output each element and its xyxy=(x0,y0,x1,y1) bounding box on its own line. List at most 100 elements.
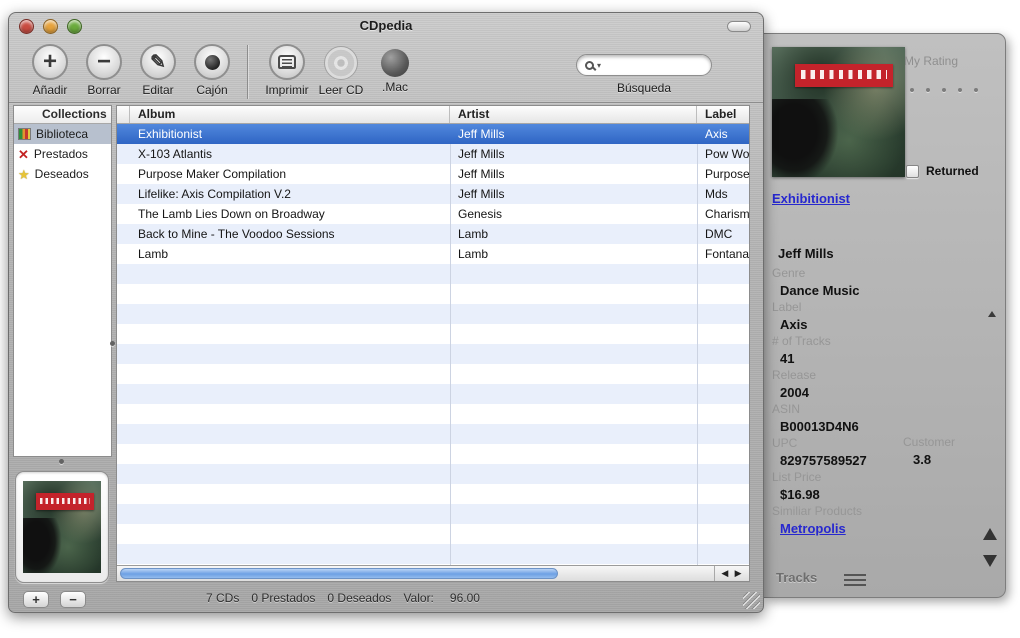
tracks-list-icon[interactable] xyxy=(844,574,866,586)
table-row[interactable]: X-103 Atlantis Jeff Mills Pow Wow xyxy=(117,144,749,164)
similar-products-label: Similiar Products xyxy=(772,504,863,518)
table-header-spacer xyxy=(117,106,130,123)
scrollbar-steppers: ◀ ▶ xyxy=(714,566,748,581)
my-rating-label: My Rating xyxy=(904,54,959,68)
minimize-button[interactable] xyxy=(43,19,58,34)
delete-button[interactable]: − Borrar xyxy=(77,44,131,97)
sidebar-item-biblioteca[interactable]: Biblioteca xyxy=(14,124,111,144)
read-cd-button[interactable]: Leer CD xyxy=(314,44,368,97)
toolbar-toggle-pill[interactable] xyxy=(727,21,751,32)
drawer-scroll-up-icon[interactable] xyxy=(983,528,997,540)
drawer-toggle-button[interactable]: Cajón xyxy=(185,44,239,97)
search-input[interactable] xyxy=(604,58,703,72)
pencil-icon: ✎ xyxy=(150,51,166,73)
mac-sphere-icon xyxy=(381,49,409,77)
resize-grip[interactable] xyxy=(743,592,760,609)
scrollbar-thumb[interactable] xyxy=(120,568,558,579)
sidebar-item-prestados[interactable]: ✕ Prestados xyxy=(14,144,111,164)
add-button[interactable]: + Añadir xyxy=(23,44,77,97)
column-header-artist[interactable]: Artist xyxy=(450,106,697,123)
rating-dots[interactable] xyxy=(910,88,978,92)
add-collection-button[interactable]: + xyxy=(23,591,49,608)
sidebar-splitter-handle[interactable] xyxy=(110,341,115,346)
field-value-release: 2004 xyxy=(780,385,809,400)
scroll-right-icon[interactable]: ▶ xyxy=(735,569,742,578)
zoom-button[interactable] xyxy=(67,19,82,34)
rating-dot[interactable] xyxy=(974,88,978,92)
status-valor-label: Valor: xyxy=(403,591,434,605)
album-cover-thumbnail xyxy=(23,481,101,573)
sidebar-item-label: Biblioteca xyxy=(36,127,89,141)
library-icon xyxy=(18,128,31,140)
field-label-upc: UPC xyxy=(772,436,798,450)
rating-dot[interactable] xyxy=(910,88,914,92)
table-row[interactable]: Purpose Maker Compilation Jeff Mills Pur… xyxy=(117,164,749,184)
edit-button[interactable]: ✎ Editar xyxy=(131,44,185,97)
similar-product-link[interactable]: Metropolis xyxy=(772,520,997,537)
customer-rating-value: 3.8 xyxy=(913,452,932,467)
drawer-artist-name: Jeff Mills xyxy=(778,246,834,261)
returned-label: Returned xyxy=(926,164,979,178)
printer-icon xyxy=(278,55,296,69)
rating-dot[interactable] xyxy=(926,88,930,92)
search-icon xyxy=(585,60,594,70)
column-header-label[interactable]: Label xyxy=(697,106,749,123)
title-bar[interactable]: CDpedia xyxy=(9,13,763,39)
returned-checkbox[interactable] xyxy=(906,165,919,178)
album-title-link[interactable]: Exhibitionist xyxy=(772,191,850,206)
scroll-left-icon[interactable]: ◀ xyxy=(721,569,728,578)
drawer-icon xyxy=(204,54,220,70)
sidebar-item-deseados[interactable]: ★ Deseados xyxy=(14,164,111,184)
rating-dot[interactable] xyxy=(958,88,962,92)
column-header-album[interactable]: Album xyxy=(130,106,450,123)
tracks-section-label: Tracks xyxy=(776,570,818,585)
search-field[interactable]: ▾ xyxy=(576,54,712,76)
chevron-down-icon[interactable]: ▾ xyxy=(597,61,601,70)
collections-header: Collections xyxy=(14,106,111,124)
field-value-asin: B00013D4N6 xyxy=(780,419,859,434)
close-button[interactable] xyxy=(19,19,34,34)
field-value-list-price: $16.98 xyxy=(780,487,820,502)
screenshot-stage: My Rating Returned Exhibitionist Jeff Mi… xyxy=(0,0,1020,638)
sidebar-bottom-splitter-handle[interactable] xyxy=(59,459,64,464)
info-drawer: My Rating Returned Exhibitionist Jeff Mi… xyxy=(763,33,1006,598)
table-row[interactable]: Back to Mine - The Voodoo Sessions Lamb … xyxy=(117,224,749,244)
table-row[interactable]: The Lamb Lies Down on Broadway Genesis C… xyxy=(117,204,749,224)
star-icon: ★ xyxy=(18,166,30,182)
sidebar-item-label: Deseados xyxy=(34,167,89,181)
field-label-genre: Genre xyxy=(772,266,806,280)
minus-icon: − xyxy=(96,48,111,75)
field-value-tracks-count: 41 xyxy=(780,351,795,366)
print-button[interactable]: Imprimir xyxy=(260,44,314,97)
cover-preview-well xyxy=(15,471,109,583)
toolbar-separator xyxy=(247,45,248,99)
collections-sidebar: Collections Biblioteca ✕ Prestados ★ Des… xyxy=(13,105,112,457)
sidebar-item-label: Prestados xyxy=(33,147,88,161)
album-cover-dj-silhouette xyxy=(772,99,839,177)
field-label-asin: ASIN xyxy=(772,402,801,416)
field-value-label: Axis xyxy=(780,317,808,332)
plus-icon: + xyxy=(42,48,57,75)
horizontal-scrollbar[interactable]: ◀ ▶ xyxy=(117,565,749,581)
rating-dot[interactable] xyxy=(942,88,946,92)
table-row[interactable]: Lifelike: Axis Compilation V.2 Jeff Mill… xyxy=(117,184,749,204)
status-cd-count: 7 CDs xyxy=(206,591,240,605)
table-header: Album Artist Label xyxy=(117,106,749,124)
toolbar: + Añadir − Borrar ✎ Editar Cajón Imprimi… xyxy=(9,39,763,103)
table-row[interactable]: Lamb Lamb Fontana xyxy=(117,244,749,264)
drawer-scroll-marker-icon xyxy=(988,311,996,317)
album-cover-image xyxy=(772,47,905,177)
drawer-scroll-down-icon[interactable] xyxy=(983,555,997,567)
dotmac-button[interactable]: .Mac xyxy=(368,44,422,94)
status-bar: 7 CDs 0 Prestados 0 Deseados Valor: 96.0… xyxy=(206,591,492,605)
red-x-icon: ✕ xyxy=(18,146,29,162)
album-cover-red-banner xyxy=(794,63,894,88)
table-body: Exhibitionist Jeff Mills Axis X-103 Atla… xyxy=(117,124,749,565)
field-label-tracks-count: # of Tracks xyxy=(772,334,831,348)
main-window: CDpedia + Añadir − Borrar ✎ Editar Cajón xyxy=(8,12,764,613)
window-title: CDpedia xyxy=(359,18,413,33)
table-row[interactable]: Exhibitionist Jeff Mills Axis xyxy=(117,124,749,144)
search-area: ▾ Búsqueda xyxy=(576,54,712,95)
remove-collection-button[interactable]: − xyxy=(60,591,86,608)
status-prestados-count: 0 Prestados xyxy=(251,591,316,605)
